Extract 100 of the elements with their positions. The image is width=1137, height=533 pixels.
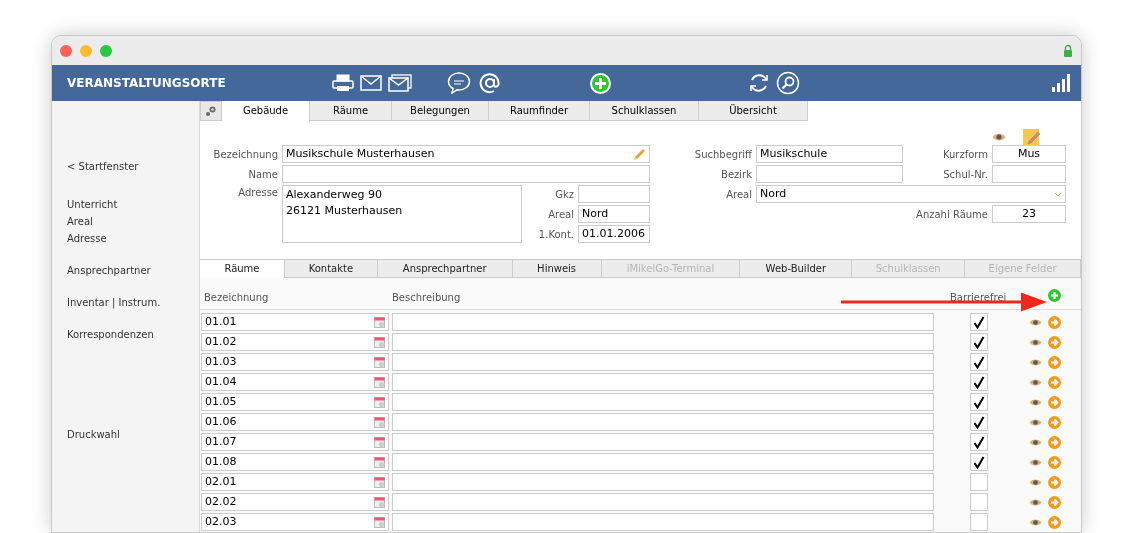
- tab[interactable]: Schulklassen: [590, 101, 699, 121]
- input-field[interactable]: [756, 165, 903, 183]
- input-field[interactable]: [392, 353, 934, 371]
- eye-icon[interactable]: [1029, 337, 1042, 347]
- chat-bubble-icon[interactable]: [447, 72, 471, 94]
- address-field[interactable]: Alexanderweg 90 26121 Musterhausen: [282, 185, 522, 243]
- input-field[interactable]: 02.02: [201, 493, 389, 511]
- input-field[interactable]: 02.03: [201, 513, 389, 531]
- tab[interactable]: Kontakte: [284, 259, 378, 278]
- input-field[interactable]: [392, 433, 934, 451]
- add-row-icon[interactable]: [1048, 289, 1062, 302]
- eye-icon[interactable]: [1029, 317, 1042, 327]
- calendar-icon[interactable]: [374, 356, 385, 368]
- input-field[interactable]: 01.03: [201, 353, 389, 371]
- tab[interactable]: Räume: [200, 259, 285, 278]
- sidebar-item[interactable]: Ansprechpartner: [67, 263, 199, 278]
- arrow-right-icon[interactable]: [1048, 335, 1061, 349]
- tab[interactable]: Belegungen: [392, 101, 489, 121]
- calendar-icon[interactable]: [374, 456, 385, 468]
- eye-icon[interactable]: [1029, 377, 1042, 387]
- input-field[interactable]: [992, 165, 1066, 183]
- input-field[interactable]: [578, 185, 650, 203]
- arrow-right-icon[interactable]: [1048, 515, 1061, 529]
- input-field[interactable]: 01.07: [201, 433, 389, 451]
- input-field[interactable]: [392, 393, 934, 411]
- eye-icon[interactable]: [1029, 437, 1042, 447]
- checkbox[interactable]: [970, 353, 988, 371]
- checkbox[interactable]: [970, 473, 988, 491]
- eye-icon[interactable]: [992, 132, 1006, 142]
- calendar-icon[interactable]: [374, 416, 385, 428]
- note-icon[interactable]: [1023, 129, 1041, 146]
- arrow-right-icon[interactable]: [1048, 355, 1061, 369]
- input-field[interactable]: 01.01.2006: [578, 225, 650, 243]
- eye-icon[interactable]: [1029, 457, 1042, 467]
- checkbox[interactable]: [970, 453, 988, 471]
- eye-icon[interactable]: [1029, 397, 1042, 407]
- zoom-button[interactable]: [100, 44, 112, 57]
- search-icon[interactable]: [776, 71, 800, 95]
- input-field[interactable]: [392, 493, 934, 511]
- calendar-icon[interactable]: [374, 316, 385, 328]
- tab[interactable]: Räume: [310, 101, 392, 121]
- input-field[interactable]: Nord: [578, 205, 650, 223]
- pencil-icon[interactable]: [633, 147, 646, 161]
- sidebar-item[interactable]: Unterricht: [67, 197, 199, 212]
- checkbox[interactable]: [970, 373, 988, 391]
- tab[interactable]: Ansprechpartner: [377, 259, 513, 278]
- arrow-right-icon[interactable]: [1048, 415, 1061, 429]
- input-field[interactable]: 23: [992, 205, 1066, 223]
- arrow-right-icon[interactable]: [1048, 375, 1061, 389]
- checkbox[interactable]: [970, 413, 988, 431]
- input-field[interactable]: [392, 313, 934, 331]
- input-field[interactable]: [282, 165, 650, 183]
- close-button[interactable]: [60, 44, 72, 57]
- arrow-right-icon[interactable]: [1048, 455, 1061, 469]
- calendar-icon[interactable]: [374, 516, 385, 528]
- arrow-right-icon[interactable]: [1048, 495, 1061, 509]
- calendar-icon[interactable]: [374, 336, 385, 348]
- arrow-right-icon[interactable]: [1048, 435, 1061, 449]
- eye-icon[interactable]: [1029, 417, 1042, 427]
- sidebar-item[interactable]: < Startfenster: [67, 159, 199, 174]
- checkbox[interactable]: [970, 313, 988, 331]
- input-field[interactable]: 02.01: [201, 473, 389, 491]
- checkbox[interactable]: [970, 393, 988, 411]
- sidebar-item[interactable]: Druckwahl: [67, 427, 199, 442]
- refresh-icon[interactable]: [748, 72, 770, 94]
- eye-icon[interactable]: [1029, 357, 1042, 367]
- arrow-right-icon[interactable]: [1048, 475, 1061, 489]
- sidebar-item[interactable]: Adresse: [67, 231, 199, 246]
- input-field[interactable]: 01.01: [201, 313, 389, 331]
- sidebar-item[interactable]: Inventar | Instrum.: [67, 295, 199, 310]
- at-sign-icon[interactable]: [479, 72, 501, 94]
- checkbox[interactable]: [970, 433, 988, 451]
- input-field[interactable]: [392, 513, 934, 531]
- sidebar-item[interactable]: Areal: [67, 214, 199, 229]
- checkbox[interactable]: [970, 333, 988, 351]
- settings-tab[interactable]: [200, 101, 222, 121]
- calendar-icon[interactable]: [374, 496, 385, 508]
- input-field[interactable]: [392, 413, 934, 431]
- input-field[interactable]: Mus: [992, 145, 1066, 163]
- sidebar-item[interactable]: Korrespondenzen: [67, 327, 199, 342]
- eye-icon[interactable]: [1029, 497, 1042, 507]
- tab[interactable]: Hinweis: [512, 259, 602, 278]
- printer-icon[interactable]: [332, 74, 354, 92]
- input-field[interactable]: [392, 373, 934, 391]
- checkbox[interactable]: [970, 493, 988, 511]
- tab[interactable]: Raumfinder: [489, 101, 590, 121]
- input-field[interactable]: [392, 333, 934, 351]
- dropdown[interactable]: Nord: [756, 185, 1066, 203]
- input-field[interactable]: [392, 473, 934, 491]
- input-field[interactable]: Musikschule: [756, 145, 903, 163]
- calendar-icon[interactable]: [374, 436, 385, 448]
- mail-icon[interactable]: [360, 75, 382, 91]
- eye-icon[interactable]: [1029, 517, 1042, 527]
- calendar-icon[interactable]: [374, 376, 385, 388]
- tab[interactable]: Web-Builder: [740, 259, 853, 278]
- eye-icon[interactable]: [1029, 477, 1042, 487]
- mail-stack-icon[interactable]: [388, 74, 412, 92]
- tab[interactable]: Übersicht: [699, 101, 808, 121]
- calendar-icon[interactable]: [374, 476, 385, 488]
- input-field[interactable]: [392, 453, 934, 471]
